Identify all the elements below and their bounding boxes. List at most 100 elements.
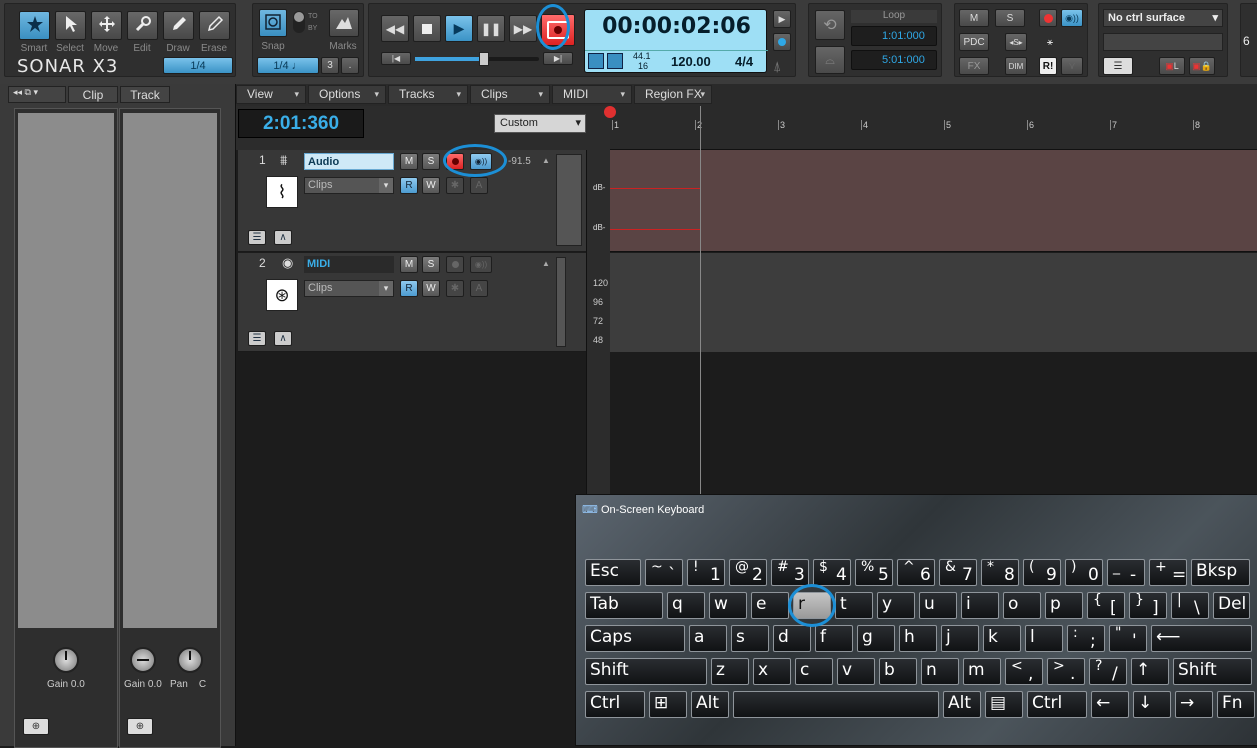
edit-tool-button[interactable] <box>127 11 158 40</box>
marks-dot-button[interactable]: . <box>341 57 359 74</box>
key-x[interactable]: x <box>753 658 791 685</box>
key-(9[interactable]: (9 <box>1023 559 1061 586</box>
key-i[interactable]: i <box>961 592 999 619</box>
key-m[interactable]: m <box>963 658 1001 685</box>
key-ctrl[interactable]: Ctrl <box>585 691 645 718</box>
key-⊞[interactable]: ⊞ <box>649 691 687 718</box>
mute-all-button[interactable]: M <box>959 9 989 27</box>
snap-resolution-button[interactable]: 1/4 ♩ <box>257 57 319 74</box>
key-f[interactable]: f <box>815 625 853 652</box>
key-bksp[interactable]: Bksp <box>1191 559 1250 586</box>
key-q[interactable]: q <box>667 592 705 619</box>
mix-tool-icon[interactable]: ⚹ <box>1039 33 1061 51</box>
automation-lanes-icon[interactable]: ∧ <box>274 331 292 346</box>
key-a[interactable]: a <box>689 625 727 652</box>
track-2[interactable]: 2 ◉ MIDI M S ◉)) ▲ ⊛ Clips R W ✱ A ☰ ∧ <box>238 253 586 352</box>
key-caps[interactable]: Caps <box>585 625 685 652</box>
input-echo-button[interactable]: ◉)) <box>470 153 492 170</box>
key-!1[interactable]: ! 1 <box>687 559 725 586</box>
track-name-field[interactable]: Audio <box>304 153 394 170</box>
gain-knob-2[interactable] <box>130 647 156 673</box>
key-:;[interactable]: :; <box>1067 625 1105 652</box>
key-}][interactable]: }] <box>1129 592 1167 619</box>
key-c[interactable]: c <box>795 658 833 685</box>
freeze-icon[interactable]: ✱ <box>446 280 464 297</box>
solo-all-button[interactable]: S <box>995 9 1025 27</box>
key-n[interactable]: n <box>921 658 959 685</box>
key-r[interactable]: r <box>793 592 831 619</box>
read-automation-button[interactable]: R <box>400 280 418 297</box>
menu-clips[interactable]: Clips <box>470 85 550 104</box>
key-▤[interactable]: ▤ <box>985 691 1023 718</box>
arm-record-button[interactable] <box>446 256 464 273</box>
key-^6[interactable]: ^ 6 <box>897 559 935 586</box>
snap-toggle-button[interactable] <box>259 9 287 37</box>
draw-tool-button[interactable] <box>163 11 194 40</box>
tool-resolution-button[interactable]: 1/4 <box>163 57 233 74</box>
audio-track-lane[interactable] <box>610 150 1257 252</box>
play-button[interactable]: ▶ <box>445 15 473 42</box>
go-to-end-button[interactable]: ▶| <box>543 52 573 65</box>
key-⟵[interactable]: ⟵ <box>1151 625 1252 652</box>
key-tab[interactable]: Tab <box>585 592 663 619</box>
key-$4[interactable]: $4 <box>813 559 851 586</box>
key-"'[interactable]: " ' <box>1109 625 1147 652</box>
key-shift[interactable]: Shift <box>1173 658 1252 685</box>
auto-punch-button[interactable]: ⌓ <box>815 46 845 74</box>
key-&7[interactable]: & 7 <box>939 559 977 586</box>
reset-button[interactable]: R! <box>1039 57 1057 75</box>
key-space[interactable] <box>733 691 939 718</box>
track-name-field[interactable]: MIDI <box>304 256 394 273</box>
key-|\[interactable]: | \ <box>1171 592 1209 619</box>
key-t[interactable]: t <box>835 592 873 619</box>
key-v[interactable]: v <box>837 658 875 685</box>
key-z[interactable]: z <box>711 658 749 685</box>
marks-button[interactable] <box>329 9 359 37</box>
solo-button[interactable]: S <box>422 256 440 273</box>
key-@2[interactable]: @2 <box>729 559 767 586</box>
transport-menu-button[interactable]: ▶ <box>773 10 791 28</box>
midi-track-lane[interactable] <box>610 253 1257 352</box>
key-+=[interactable]: + = <box>1149 559 1187 586</box>
pdc-button[interactable]: PDC <box>959 33 989 51</box>
ctrl-surface-select[interactable]: No ctrl surface ▾ <box>1103 9 1223 27</box>
track-volume[interactable]: -91.5 <box>508 156 531 167</box>
marks-count-button[interactable]: 3 <box>321 57 339 74</box>
mute-button[interactable]: M <box>400 256 418 273</box>
now-time-field[interactable]: 2:01:360 <box>238 109 364 138</box>
menu-tracks[interactable]: Tracks <box>388 85 468 104</box>
dim-button[interactable]: DIM <box>1005 57 1027 75</box>
key-→[interactable]: → <box>1175 691 1213 718</box>
key->.[interactable]: >. <box>1047 658 1085 685</box>
key-b[interactable]: b <box>879 658 917 685</box>
key-esc[interactable]: Esc <box>585 559 641 586</box>
position-slider[interactable] <box>415 52 539 66</box>
arm-record-button[interactable] <box>446 153 464 170</box>
key-p[interactable]: p <box>1045 592 1083 619</box>
track-1[interactable]: 1 ⩩ Audio M S ◉)) -91.5 ▲ ⌇ Clips R W ✱ … <box>238 150 586 252</box>
freeze-icon[interactable]: ✱ <box>446 177 464 194</box>
write-automation-button[interactable]: W <box>422 280 440 297</box>
key-)0[interactable]: ) 0 <box>1065 559 1103 586</box>
waveform-toggle-icon[interactable] <box>588 53 604 69</box>
key-shift[interactable]: Shift <box>585 658 707 685</box>
read-automation-button[interactable]: R <box>400 177 418 194</box>
list-icon[interactable]: ☰ <box>1103 57 1133 75</box>
key-o[interactable]: o <box>1003 592 1041 619</box>
metronome-icon[interactable]: ⍋ <box>773 58 781 75</box>
key-s[interactable]: s <box>731 625 769 652</box>
strip-output-icon[interactable]: ⊕ <box>23 718 49 735</box>
tab-clip[interactable]: Clip <box>68 86 118 103</box>
key-{[[interactable]: {[ <box>1087 592 1125 619</box>
track-input-select[interactable]: Clips <box>304 280 394 297</box>
menu-region-fx[interactable]: Region FX <box>634 85 712 104</box>
acl-lock-icon[interactable]: ▣ L <box>1159 57 1185 75</box>
arm-all-button[interactable] <box>1039 9 1057 27</box>
move-tool-button[interactable] <box>91 11 122 40</box>
snap-mode-switch[interactable] <box>293 11 305 33</box>
archive-button[interactable]: A <box>470 177 488 194</box>
solo-button[interactable]: S <box>422 153 440 170</box>
fx-bypass-icon[interactable]: ◂S▸ <box>1005 33 1027 51</box>
key-k[interactable]: k <box>983 625 1021 652</box>
menu-options[interactable]: Options <box>308 85 386 104</box>
